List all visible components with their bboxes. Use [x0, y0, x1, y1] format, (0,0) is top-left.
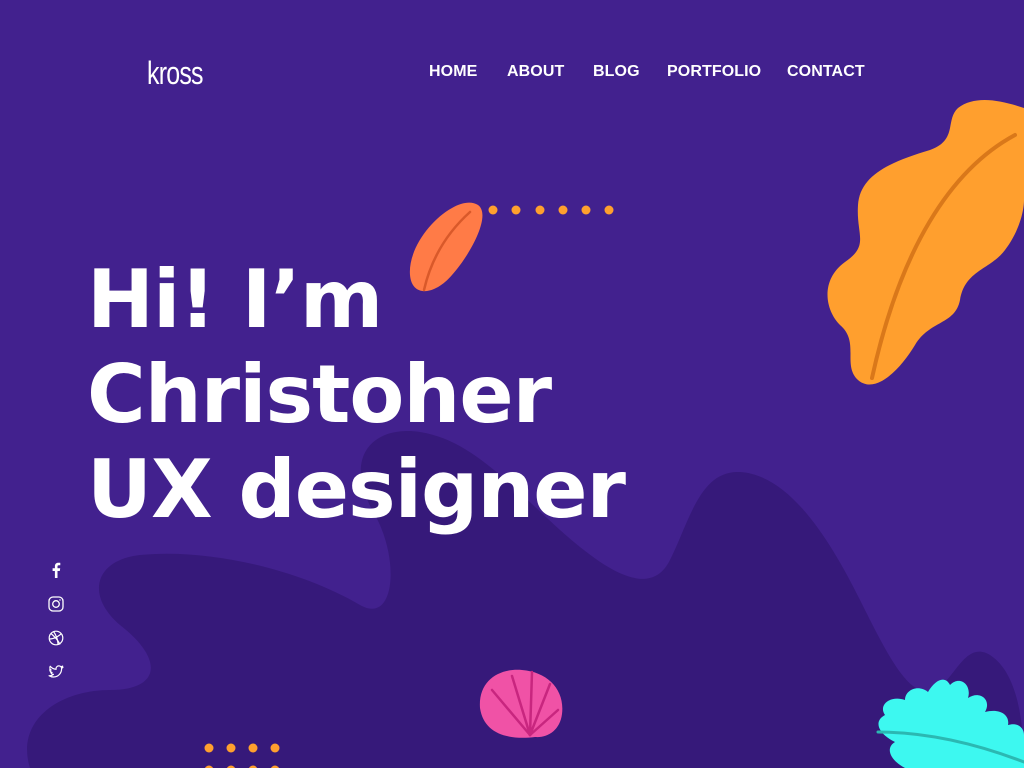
hero-heading: Hi! I’m Christoher UX designer [87, 252, 626, 537]
nav-contact[interactable]: CONTACT [787, 62, 865, 82]
hero-line-role: UX designer [87, 443, 626, 536]
dribbble-icon[interactable] [45, 628, 67, 648]
orange-leaf [827, 100, 1024, 385]
hero-line-greeting: Hi! I’m [87, 253, 383, 346]
nav-portfolio[interactable]: PORTFOLIO [667, 62, 761, 82]
hero-line-name: Christoher [87, 348, 552, 441]
dot-row-top [488, 205, 614, 215]
instagram-icon[interactable] [45, 594, 67, 614]
nav-about[interactable]: ABOUT [507, 62, 564, 82]
nav-home[interactable]: HOME [429, 62, 477, 82]
main-nav: HOME ABOUT BLOG PORTFOLIO CONTACT [0, 62, 1024, 84]
twitter-icon[interactable] [45, 662, 67, 682]
nav-blog[interactable]: BLOG [593, 62, 640, 82]
facebook-icon[interactable] [45, 560, 67, 580]
